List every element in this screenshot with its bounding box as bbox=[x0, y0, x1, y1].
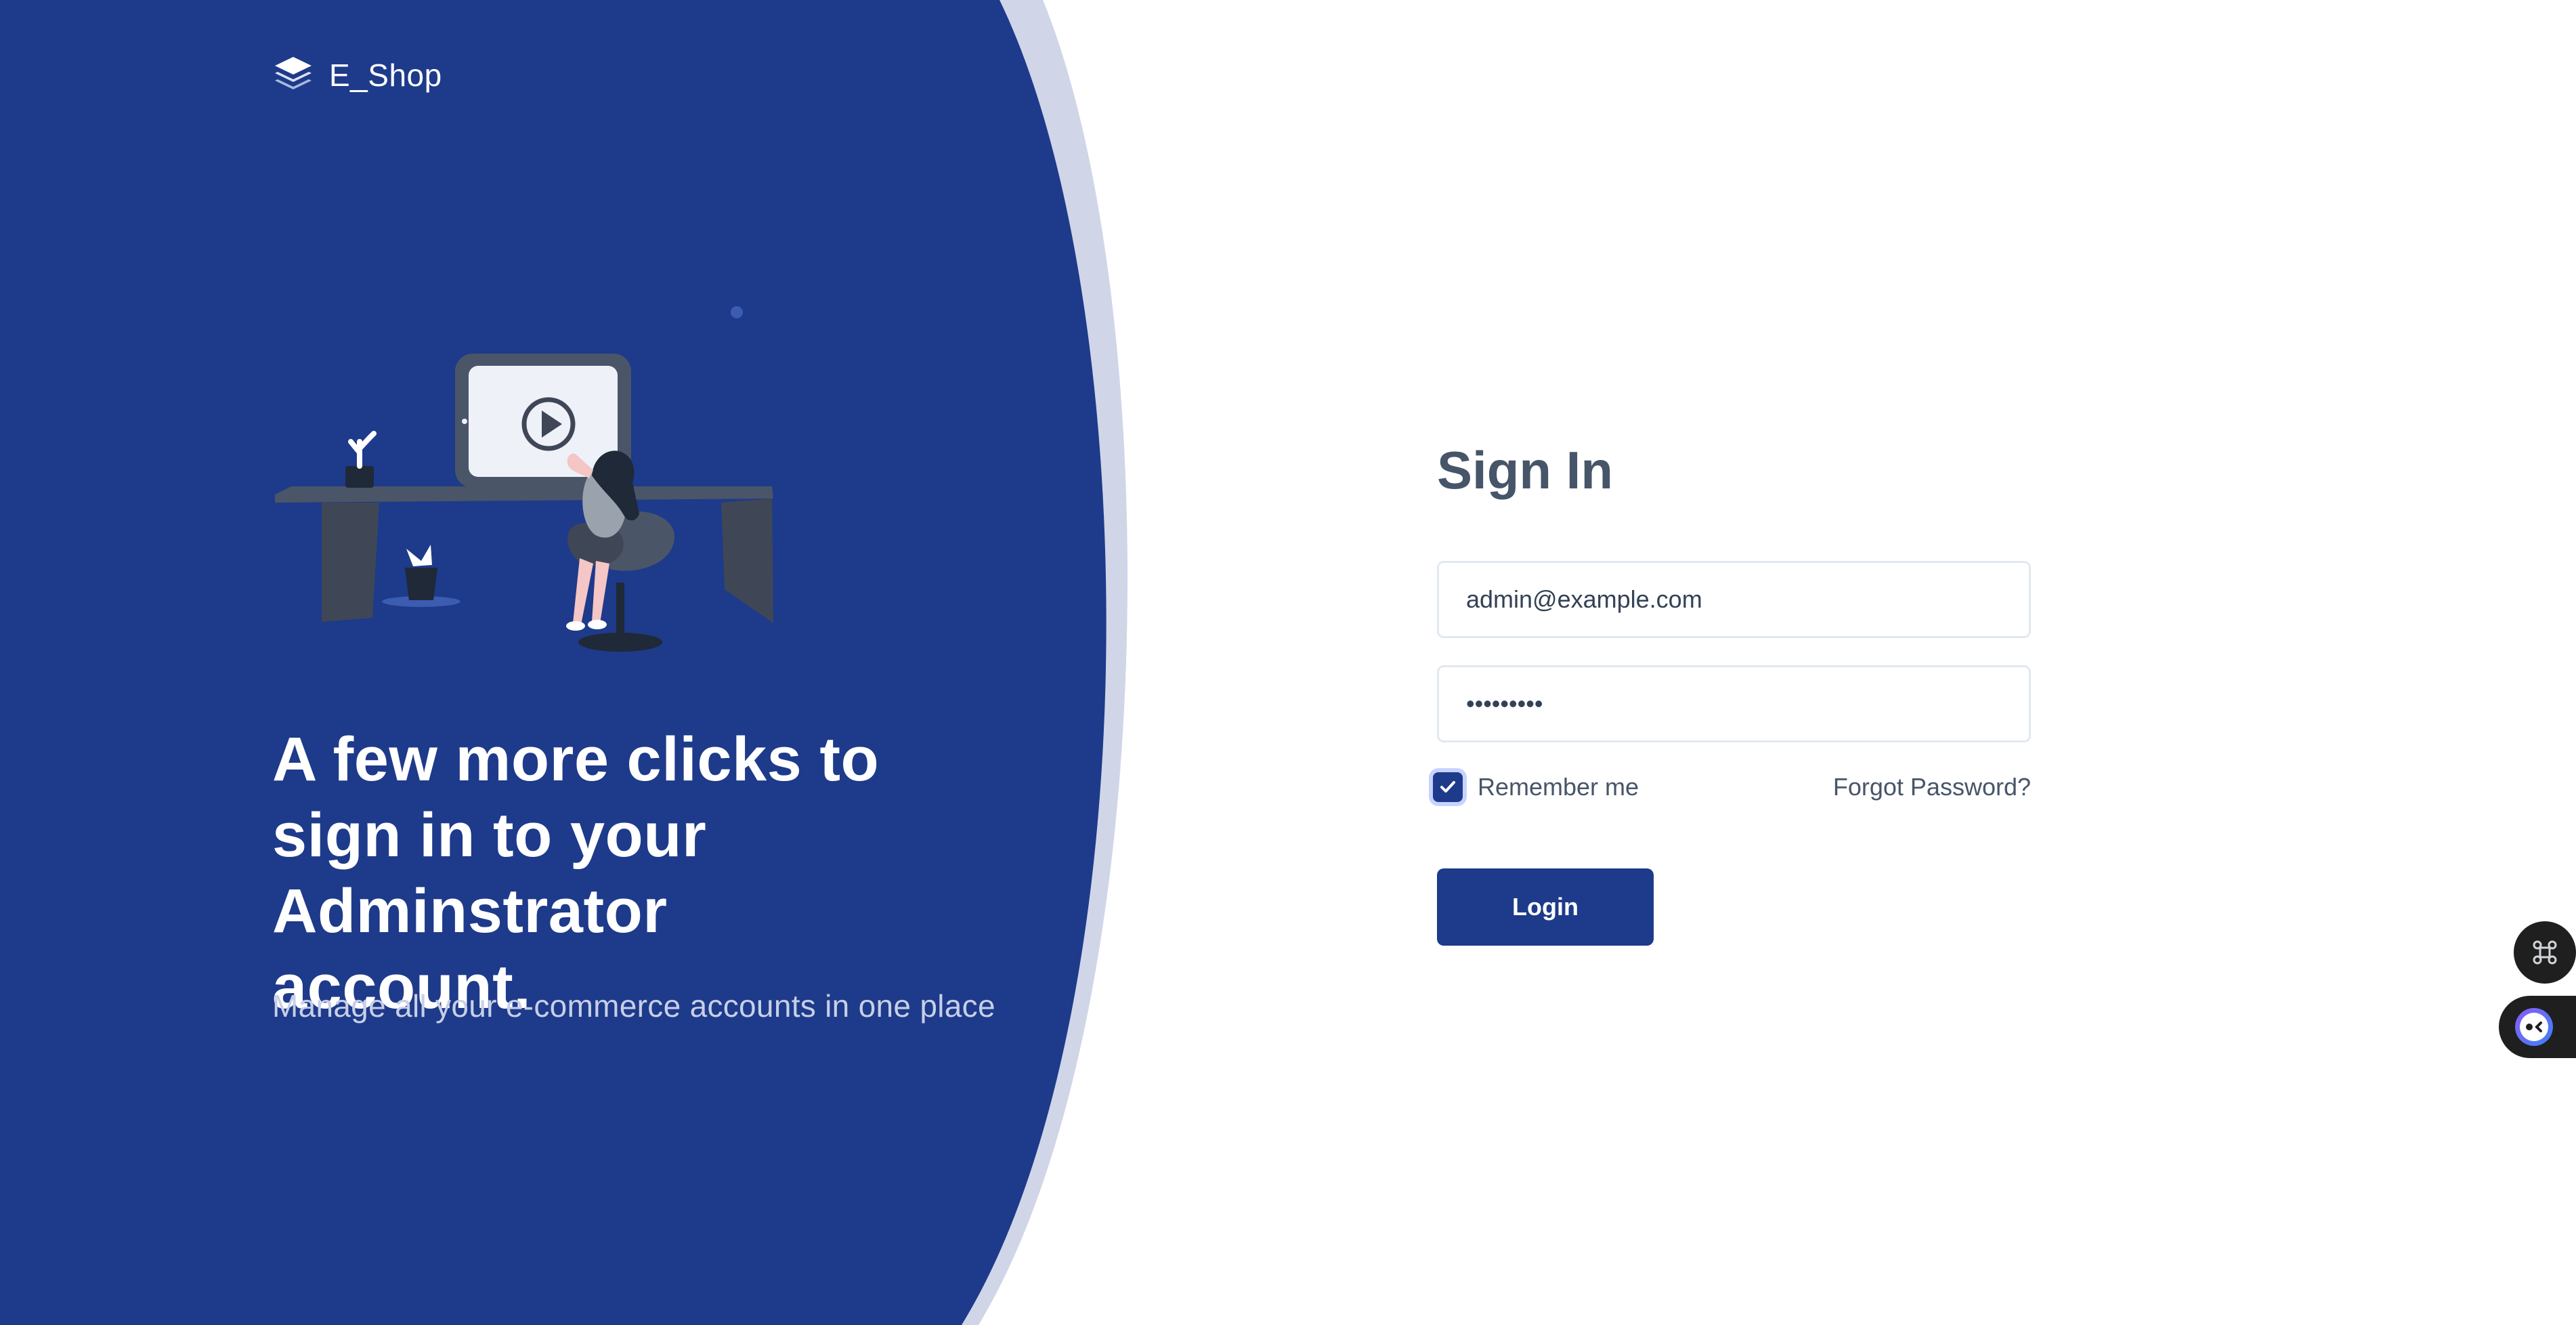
signin-form: Sign In Remember me Forgot Password? Log… bbox=[1433, 434, 2031, 946]
email-field[interactable] bbox=[1437, 561, 2031, 638]
remember-checkbox[interactable] bbox=[1433, 772, 1463, 802]
login-page: E_Shop A few more clicks to sign in to y… bbox=[0, 0, 2576, 1325]
woman-at-desk-illustration bbox=[275, 354, 773, 652]
command-icon bbox=[2533, 940, 2557, 965]
assistant-avatar-icon bbox=[2515, 1008, 2553, 1046]
remember-label: Remember me bbox=[1478, 773, 1639, 801]
forgot-password-link[interactable]: Forgot Password? bbox=[1833, 773, 2031, 801]
signin-title: Sign In bbox=[1437, 440, 1613, 500]
brand-name: E_Shop bbox=[329, 58, 442, 93]
hero-subline: Manage all your e-commerce accounts in o… bbox=[272, 988, 995, 1024]
remember-row: Remember me Forgot Password? bbox=[1433, 767, 2031, 807]
headline-line-2: sign in to your Adminstrator bbox=[272, 801, 707, 946]
remember-me[interactable]: Remember me bbox=[1433, 772, 1639, 802]
assistant-button[interactable] bbox=[2499, 996, 2576, 1058]
brand-logo[interactable]: E_Shop bbox=[272, 54, 442, 96]
password-field[interactable] bbox=[1437, 665, 2031, 742]
hero-headline: A few more clicks to sign in to your Adm… bbox=[272, 721, 1085, 1025]
headline-line-1: A few more clicks to bbox=[272, 725, 880, 794]
check-icon bbox=[1440, 781, 1455, 793]
login-button[interactable]: Login bbox=[1437, 868, 1654, 946]
command-button[interactable] bbox=[2514, 921, 2576, 984]
layers-icon bbox=[275, 57, 312, 89]
